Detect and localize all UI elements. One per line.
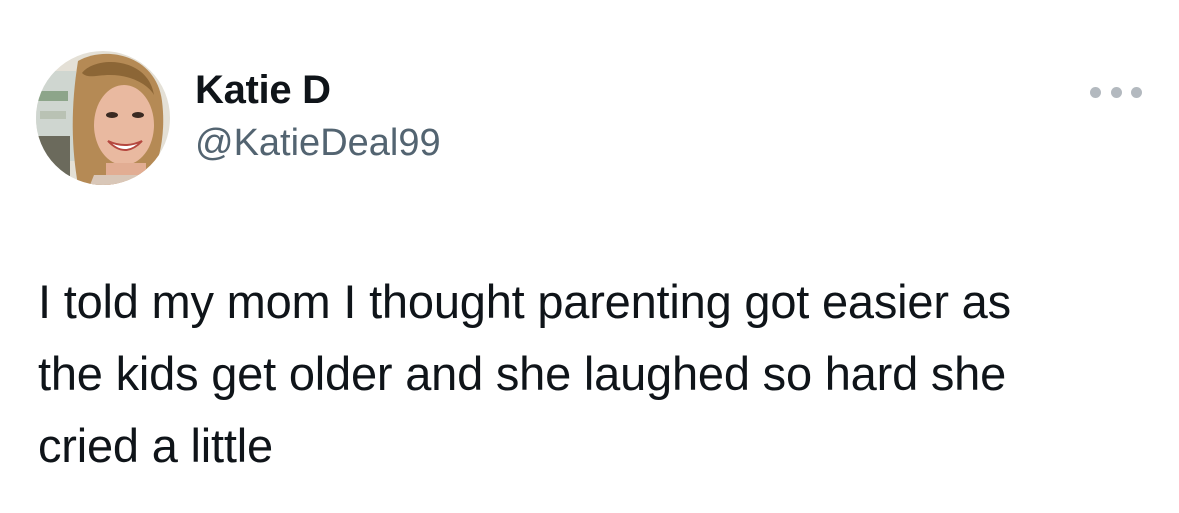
more-dot <box>1131 86 1142 98</box>
avatar[interactable] <box>36 51 170 185</box>
author-display-name[interactable]: Katie D <box>195 66 441 114</box>
author-info: Katie D @KatieDeal99 <box>195 66 441 167</box>
author-handle[interactable]: @KatieDeal99 <box>195 119 441 167</box>
more-dot <box>1090 86 1101 98</box>
more-dot <box>1110 86 1122 98</box>
tweet-card: Katie D @KatieDeal99 I told my mom I tho… <box>0 0 1179 513</box>
avatar-photo <box>36 51 170 185</box>
more-options-icon[interactable] <box>1090 80 1142 104</box>
tweet-text: I told my mom I thought parenting got ea… <box>38 275 1011 472</box>
